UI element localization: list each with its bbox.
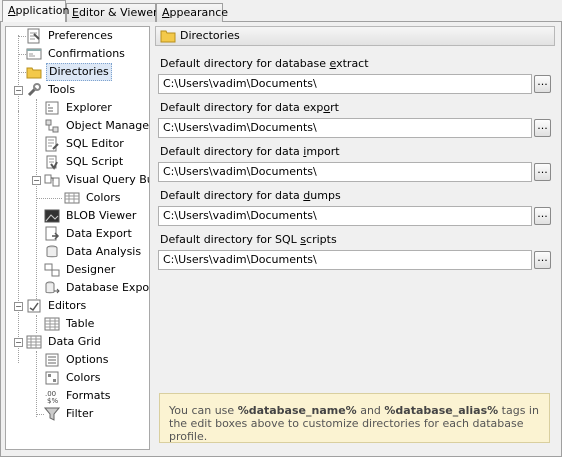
tree-label: Designer <box>66 263 116 276</box>
dumps-dir-input[interactable]: C:\Users\vadim\Documents\ <box>158 206 532 226</box>
extract-dir-browse-button[interactable]: ... <box>534 75 551 93</box>
dumps-dir-label: Default directory for data dumps <box>160 189 341 202</box>
tree-label: Formats <box>66 389 111 402</box>
export-dir-label: Default directory for data export <box>160 101 339 114</box>
editors-icon <box>27 299 41 313</box>
tab-application[interactable]: Application <box>2 0 69 22</box>
data-grid-icon <box>26 335 42 349</box>
collapse-vqb-button[interactable]: − <box>32 176 41 185</box>
data-export-icon <box>45 226 60 241</box>
sql-script-icon <box>46 155 58 170</box>
tree-label: Confirmations <box>48 47 125 60</box>
tree-label: Filter <box>66 407 94 420</box>
tree-label: BLOB Viewer <box>66 209 137 222</box>
tab-bar: Application Editor & Viewers Appearance <box>0 0 562 22</box>
tree-label: Preferences <box>48 29 113 42</box>
tab-application-label: pplication <box>15 4 70 17</box>
tree-label: Data Export <box>66 227 132 240</box>
settings-tree[interactable]: Preferences Confirmations Directories − … <box>5 26 150 450</box>
tree-label: Database Export <box>66 281 150 294</box>
filter-icon <box>44 407 60 421</box>
import-dir-input[interactable]: C:\Users\vadim\Documents\ <box>158 162 532 182</box>
tree-label: Data Analysis <box>66 245 142 258</box>
extract-dir-label: Default directory for database extract <box>160 57 369 70</box>
collapse-data-grid-button[interactable]: − <box>14 338 23 347</box>
tree-label: SQL Script <box>66 155 124 168</box>
dumps-dir-browse-button[interactable]: ... <box>534 207 551 225</box>
colors-icon <box>64 192 80 204</box>
tree-label: Editors <box>48 299 87 312</box>
tab-editor-label: ditor & Viewers <box>78 6 164 19</box>
explorer-icon <box>45 101 59 115</box>
collapse-editors-button[interactable]: − <box>14 302 23 311</box>
tree-label: Explorer <box>66 101 112 114</box>
tree-label: Table <box>66 317 95 330</box>
folder-icon <box>160 30 176 43</box>
tree-line <box>36 351 37 417</box>
tree-line <box>36 315 37 333</box>
section-title: Directories <box>180 29 240 42</box>
tree-label: Tools <box>48 83 76 96</box>
tree-label: Colors <box>66 371 101 384</box>
tree-line <box>18 72 26 73</box>
section-header: Directories <box>155 26 555 46</box>
tree-label: Data Grid <box>48 335 101 348</box>
folder-icon <box>26 67 42 79</box>
hint-box: You can use %database_name% and %databas… <box>159 393 550 443</box>
svg-text:$%: $% <box>47 397 58 404</box>
tree-line <box>18 36 26 37</box>
export-dir-input[interactable]: C:\Users\vadim\Documents\ <box>158 118 532 138</box>
import-dir-browse-button[interactable]: ... <box>534 163 551 181</box>
database-export-icon <box>45 281 60 294</box>
import-dir-label: Default directory for data import <box>160 145 340 158</box>
query-builder-icon <box>44 174 60 187</box>
collapse-tools-button[interactable]: − <box>14 86 23 95</box>
tab-appearance[interactable]: Appearance <box>156 3 228 22</box>
tree-line <box>36 414 44 415</box>
tree-label: Visual Query Builder <box>66 173 149 186</box>
extract-dir-input[interactable]: C:\Users\vadim\Documents\ <box>158 74 532 94</box>
scripts-dir-input[interactable]: C:\Users\vadim\Documents\ <box>158 250 532 270</box>
object-manager-icon <box>45 119 59 133</box>
tree-label: Directories <box>46 63 112 81</box>
tree-line <box>36 198 62 199</box>
table-icon <box>44 317 60 331</box>
tab-appearance-accel: A <box>162 6 170 19</box>
scripts-dir-label: Default directory for SQL scripts <box>160 233 337 246</box>
tree-label: Options <box>66 353 109 366</box>
sql-editor-icon <box>45 136 59 152</box>
tab-editor-accel: E <box>72 6 79 19</box>
scripts-dir-browse-button[interactable]: ... <box>534 251 551 269</box>
tab-application-accel: A <box>8 4 16 17</box>
formats-icon: .00$% <box>45 390 58 404</box>
tree-label: SQL Editor <box>66 137 124 150</box>
confirmations-icon <box>26 48 42 60</box>
blob-viewer-icon <box>44 209 60 223</box>
data-analysis-icon <box>46 245 58 258</box>
tree-line <box>18 54 26 55</box>
tree-line <box>36 99 37 299</box>
colors-icon <box>45 371 59 385</box>
tab-editor-viewers[interactable]: Editor & Viewers <box>66 3 163 22</box>
tab-appearance-label: ppearance <box>169 6 229 19</box>
options-icon <box>45 353 59 367</box>
tree-line <box>18 111 19 363</box>
preferences-icon <box>27 28 40 44</box>
tree-label: Object Manager <box>66 119 150 132</box>
export-dir-browse-button[interactable]: ... <box>534 119 551 137</box>
tools-icon <box>27 83 41 97</box>
designer-icon <box>44 263 60 277</box>
tree-label: Colors <box>86 191 121 204</box>
tree-line <box>18 35 19 111</box>
